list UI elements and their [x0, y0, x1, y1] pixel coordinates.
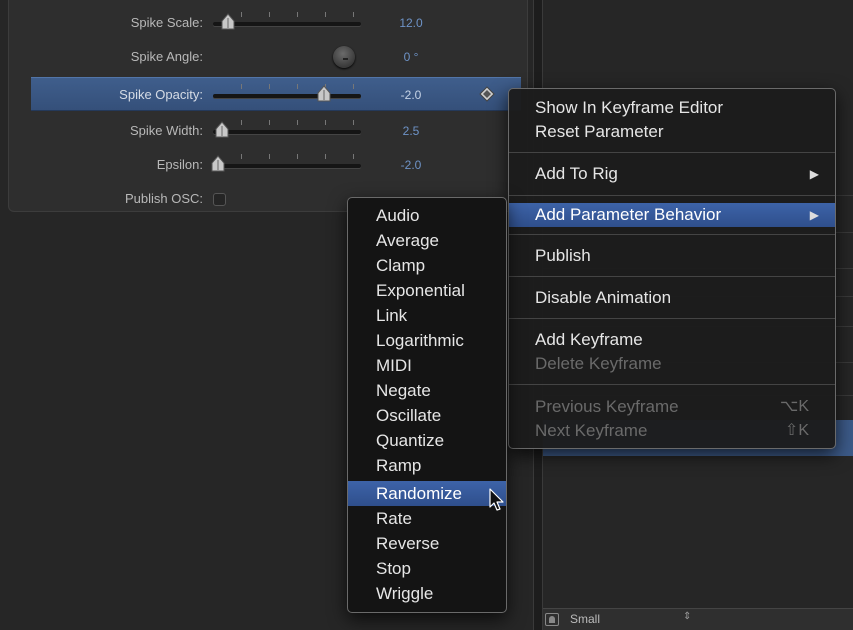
submenu-item[interactable]: Stop	[348, 556, 506, 581]
submenu-item-randomize[interactable]: Randomize	[348, 481, 506, 506]
submenu-item[interactable]: Logarithmic	[348, 328, 506, 353]
context-menu: Show In Keyframe Editor Reset Parameter …	[508, 88, 836, 449]
menu-item-label: Next Keyframe	[535, 421, 648, 440]
param-row-spike-opacity[interactable]: Spike Opacity: -2.0	[31, 77, 521, 111]
param-row-spike-scale[interactable]: Spike Scale: 12.0	[31, 6, 521, 40]
param-label: Spike Angle:	[130, 49, 203, 64]
param-label: Spike Width:	[130, 123, 203, 138]
publish-osc-checkbox[interactable]	[213, 193, 226, 206]
menu-item-previous-keyframe: Previous Keyframe ⌥K	[509, 395, 835, 419]
param-label: Publish OSC:	[124, 191, 203, 206]
submenu-arrow-icon: ▶	[809, 208, 819, 222]
person-thumbnail-icon	[545, 613, 559, 626]
submenu-item[interactable]: Ramp	[348, 453, 506, 478]
submenu-arrow-icon: ▶	[809, 167, 819, 181]
slider-thumb-icon[interactable]	[211, 155, 225, 173]
submenu-item[interactable]: Quantize	[348, 428, 506, 453]
param-label: Spike Opacity:	[119, 87, 203, 102]
param-value[interactable]: 12.0	[381, 16, 441, 30]
spike-opacity-slider[interactable]	[213, 84, 361, 102]
shortcut-label: ⇧K	[784, 422, 809, 439]
submenu-item[interactable]: MIDI	[348, 353, 506, 378]
menu-item-delete-keyframe: Delete Keyframe	[509, 352, 835, 376]
parameter-group: Spike Scale: 12.0 Spike Angle: 0 ° Spike…	[8, 0, 528, 212]
spike-scale-slider[interactable]	[213, 12, 361, 30]
menu-item-label: Add Parameter Behavior	[535, 205, 722, 224]
menu-item-label: Publish	[535, 246, 591, 265]
submenu-item[interactable]: Negate	[348, 378, 506, 403]
bottom-bar: Small ⇕	[543, 608, 853, 630]
param-row-spike-width[interactable]: Spike Width: 2.5	[31, 114, 521, 148]
size-popup[interactable]: Small ⇕	[543, 611, 703, 628]
param-value[interactable]: -2.0	[381, 158, 441, 172]
menu-item-label: Previous Keyframe	[535, 397, 679, 416]
submenu-item[interactable]: Link	[348, 303, 506, 328]
size-popup-label: Small	[570, 612, 601, 626]
menu-item-label: Disable Animation	[535, 288, 672, 307]
menu-item-next-keyframe: Next Keyframe ⇧K	[509, 419, 835, 443]
menu-item-add-keyframe[interactable]: Add Keyframe	[509, 328, 835, 352]
submenu-item[interactable]: Average	[348, 228, 506, 253]
keyframe-diamond-icon[interactable]	[479, 86, 495, 102]
param-row-epsilon[interactable]: Epsilon: -2.0	[31, 148, 521, 182]
slider-thumb-icon[interactable]	[317, 85, 331, 103]
submenu-item[interactable]: Rate	[348, 506, 506, 531]
param-label: Epsilon:	[156, 157, 203, 172]
shortcut-label: ⌥K	[779, 398, 809, 415]
menu-item-label: Delete Keyframe	[535, 354, 662, 373]
param-row-spike-angle[interactable]: Spike Angle: 0 °	[31, 40, 521, 74]
menu-item-publish[interactable]: Publish	[509, 244, 835, 268]
submenu-item[interactable]: Oscillate	[348, 403, 506, 428]
updown-arrows-icon: ⇕	[683, 611, 692, 622]
param-value[interactable]: -2.0	[381, 88, 441, 102]
menu-item-add-to-rig[interactable]: Add To Rig ▶	[509, 162, 835, 186]
slider-thumb-icon[interactable]	[221, 13, 235, 31]
behavior-submenu: Audio Average Clamp Exponential Link Log…	[347, 197, 507, 613]
param-value[interactable]: 2.5	[381, 124, 441, 138]
menu-item-add-parameter-behavior[interactable]: Add Parameter Behavior ▶	[509, 203, 835, 227]
slider-thumb-icon[interactable]	[215, 121, 229, 139]
menu-item-label: Show In Keyframe Editor	[535, 98, 724, 117]
menu-item-label: Add Keyframe	[535, 330, 643, 349]
submenu-item[interactable]: Wriggle	[348, 581, 506, 606]
param-value[interactable]: 0 °	[381, 50, 441, 64]
menu-item-label: Reset Parameter	[535, 122, 664, 141]
angle-dial[interactable]	[333, 46, 355, 68]
menu-item-reset-parameter[interactable]: Reset Parameter	[509, 120, 835, 144]
submenu-item[interactable]: Exponential	[348, 278, 506, 303]
submenu-item[interactable]: Audio	[348, 203, 506, 228]
menu-item-show-in-keyframe-editor[interactable]: Show In Keyframe Editor	[509, 96, 835, 120]
epsilon-slider[interactable]	[211, 154, 361, 172]
submenu-item[interactable]: Reverse	[348, 531, 506, 556]
submenu-item[interactable]: Clamp	[348, 253, 506, 278]
menu-item-label: Add To Rig	[535, 164, 618, 183]
mouse-pointer-icon	[489, 488, 504, 511]
param-label: Spike Scale:	[130, 15, 203, 30]
menu-item-disable-animation[interactable]: Disable Animation	[509, 286, 835, 310]
spike-width-slider[interactable]	[213, 120, 361, 138]
